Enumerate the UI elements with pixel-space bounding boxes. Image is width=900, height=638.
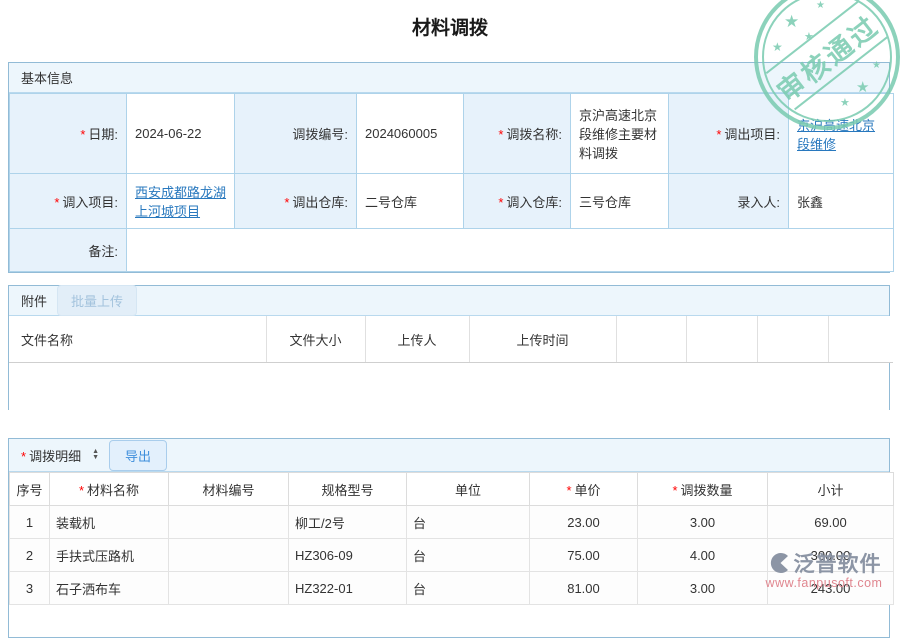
basic-info-panel: 基本信息 *日期: 2024-06-22 调拨编号: 2024060005 *调… [8,62,890,273]
required-marker: * [284,195,289,210]
attach-col-filename: 文件名称 [9,316,266,363]
required-marker: * [80,127,85,142]
attach-col-empty [757,316,828,363]
in-project-label: *调入项目: [10,174,127,229]
basic-info-section-header: 基本信息 [9,63,889,93]
attach-col-empty [616,316,686,363]
cell-transfer-qty: 3.00 [638,506,768,539]
attachments-table: 文件名称 文件大小 上传人 上传时间 [9,316,893,363]
detail-table: 序号 *材料名称 材料编号 规格型号 单位 *单价 *调拨数量 小计 1 装载机… [9,472,894,605]
detail-section-title: *调拨明细 [21,446,81,465]
out-warehouse-label: *调出仓库: [235,174,357,229]
detail-row: 2 手扶式压路机 HZ306-09 台 75.00 4.00 300.00 [10,539,894,572]
export-button[interactable]: 导出 [109,440,167,471]
attach-col-uploadtime: 上传时间 [469,316,616,363]
required-marker: * [54,195,59,210]
out-project-value: 京沪高速北京段维修 [789,94,894,174]
detail-row: 1 装载机 柳工/2号 台 23.00 3.00 69.00 [10,506,894,539]
cell-subtotal: 300.00 [768,539,894,572]
attachments-empty-area [9,363,889,412]
recorder-value: 张鑫 [789,174,894,229]
recorder-label: 录入人: [669,174,789,229]
required-marker: * [716,127,721,142]
attachments-section-title: 附件 [21,291,47,310]
required-marker: * [498,127,503,142]
transfer-name-value: 京沪高速北京段维修主要材料调拨 [571,94,669,174]
col-transfer-qty: *调拨数量 [638,473,768,506]
attach-col-uploader: 上传人 [365,316,469,363]
out-project-label: *调出项目: [669,94,789,174]
basic-info-section-title: 基本信息 [21,68,73,87]
attach-col-filesize: 文件大小 [266,316,365,363]
sort-spinner-icon[interactable]: ▲▼ [92,449,99,461]
transfer-name-label: *调拨名称: [464,94,571,174]
cell-unit: 台 [407,506,530,539]
required-marker: * [672,483,677,498]
col-unit: 单位 [407,473,530,506]
transfer-no-value: 2024060005 [357,94,464,174]
cell-material-name: 装载机 [50,506,169,539]
attach-col-empty [686,316,757,363]
col-unit-price: *单价 [530,473,638,506]
col-material-name: *材料名称 [50,473,169,506]
cell-subtotal: 69.00 [768,506,894,539]
date-value: 2024-06-22 [127,94,235,174]
basic-info-grid: *日期: 2024-06-22 调拨编号: 2024060005 *调拨名称: … [9,93,894,272]
batch-upload-button[interactable]: 批量上传 [57,285,137,316]
cell-material-name: 手扶式压路机 [50,539,169,572]
cell-material-code [169,506,289,539]
col-subtotal: 小计 [768,473,894,506]
col-material-code: 材料编号 [169,473,289,506]
required-marker: * [79,483,84,498]
transfer-no-label: 调拨编号: [235,94,357,174]
page-title: 材料调拨 [0,13,900,40]
date-label: *日期: [10,94,127,174]
in-project-value: 西安成都路龙湖上河城项目 [127,174,235,229]
out-warehouse-value: 二号仓库 [357,174,464,229]
remark-label: 备注: [10,229,127,272]
attachments-section-header: 附件 批量上传 [9,286,889,316]
col-spec-model: 规格型号 [289,473,407,506]
in-warehouse-label: *调入仓库: [464,174,571,229]
cell-spec-model: HZ306-09 [289,539,407,572]
attach-col-empty [828,316,893,363]
attachments-panel: 附件 批量上传 文件名称 文件大小 上传人 上传时间 [8,285,890,410]
cell-seq: 2 [10,539,50,572]
required-marker: * [498,195,503,210]
out-project-link[interactable]: 京沪高速北京段维修 [797,118,875,152]
in-project-link[interactable]: 西安成都路龙湖上河城项目 [135,185,226,219]
col-seq: 序号 [10,473,50,506]
cell-unit-price: 75.00 [530,539,638,572]
detail-header-row: 序号 *材料名称 材料编号 规格型号 单位 *单价 *调拨数量 小计 [10,473,894,506]
detail-section-header: *调拨明细 ▲▼ 导出 [9,439,889,472]
remark-value [127,229,894,272]
detail-panel: *调拨明细 ▲▼ 导出 序号 *材料名称 材料编号 规格型号 单位 *单价 *调… [8,438,890,638]
cell-seq: 1 [10,506,50,539]
star-icon: ★ [772,40,783,54]
cell-spec-model: 柳工/2号 [289,506,407,539]
cell-unit: 台 [407,539,530,572]
required-marker: * [21,449,26,464]
cell-unit-price: 23.00 [530,506,638,539]
in-warehouse-value: 三号仓库 [571,174,669,229]
cell-material-code [169,539,289,572]
required-marker: * [566,483,571,498]
cell-transfer-qty: 4.00 [638,539,768,572]
star-icon: ★ [816,0,825,11]
